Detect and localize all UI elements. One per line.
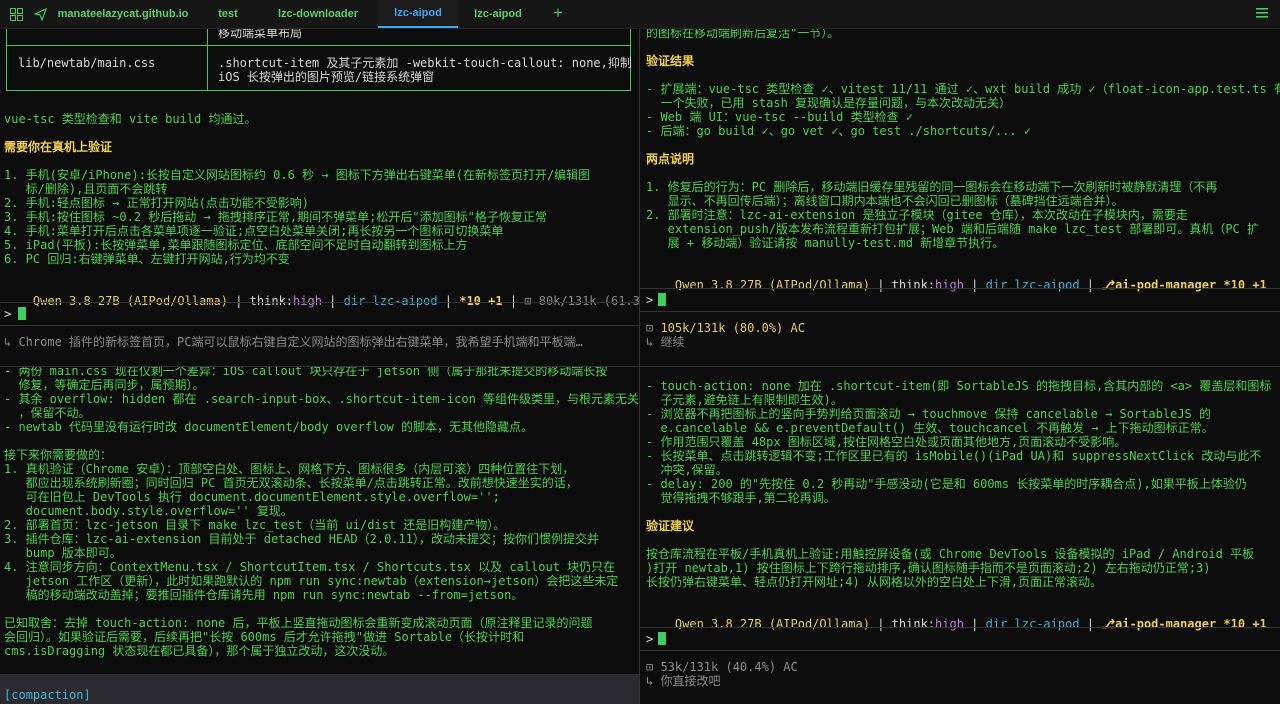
- queued-message: ↳ 继续: [646, 335, 685, 349]
- tab-bar: manateelazycat.github.io test lzc-downlo…: [0, 0, 1280, 29]
- section-heading: 两点说明: [646, 152, 695, 166]
- list-item: ，保留不动。: [4, 406, 91, 420]
- prompt-input[interactable]: >: [640, 627, 1280, 651]
- context-usage-line: ⊡ 105k/131k (80.0%) AC: [646, 321, 805, 335]
- list-item: - newtab 代码里没有运行时改 documentElement/body …: [4, 420, 533, 434]
- text-line: 的图标在移动端刷新后复活"一节）。: [646, 29, 840, 40]
- hamburger-icon[interactable]: [1256, 7, 1268, 22]
- queued-message: ↳ 你直接改吧: [646, 674, 721, 688]
- table-cell: lib/newtab/main.css: [18, 56, 156, 70]
- prompt-symbol: >: [646, 293, 654, 307]
- context-usage: 53k/131k (40.4%) AC: [660, 660, 798, 674]
- plus-icon[interactable]: +: [546, 0, 570, 28]
- list-item: 子元素,避免链上有限制即生效)。: [646, 393, 843, 407]
- list-item: - 其余 overflow: hidden 都在 .search-input-b…: [4, 392, 639, 406]
- send-icon[interactable]: [32, 6, 48, 22]
- text-line: )打开 newtab,1) 按住图标上下跨行拖动排序,确认图标随手指而不是页面滚…: [646, 561, 1211, 575]
- context-usage: 105k/131k (80.0%) AC: [660, 321, 805, 335]
- list-item: 稿的移动端改动盖掉；要推回插件仓库请先用 npm run sync:newtab…: [4, 588, 524, 602]
- list-item: 3. 插件仓库：lzc-ai-extension 目前处于 detached H…: [4, 532, 599, 546]
- list-item: cms.isDragging 状态现在都已具备），那个属于独立改动，这次没动。: [4, 644, 395, 658]
- section-heading: 需要你在真机上验证: [4, 140, 113, 154]
- list-item: 1. 修复后的行为：PC 删除后，移动端旧缓存里残留的同一图标会在移动端下一次刷…: [646, 180, 1218, 194]
- tab-lzc-aipod[interactable]: lzc-aipod: [458, 0, 538, 28]
- build-status-text: vue-tsc 类型检查和 vite build 均通过。: [4, 112, 257, 126]
- grid-icon[interactable]: [8, 6, 24, 22]
- list-item: 1. 真机验证（Chrome 安卓）：顶部空白处、图标上、网格下方、图标很多（内…: [4, 462, 575, 476]
- list-item: 显示、不再回传后端）；离线窗口期内本端也不会闪回已删图标（墓碑挡住远端合并）。: [646, 194, 1124, 208]
- list-item: bump 版本即可。: [4, 546, 122, 560]
- text-cursor: [18, 307, 26, 320]
- context-usage-line: ⊡ 53k/131k (40.4%) AC: [646, 660, 798, 674]
- list-item: 一个失败，已用 stash 复现确认是存量问题，与本次改动无关）: [646, 96, 1012, 110]
- text-cursor: [658, 293, 666, 306]
- list-item: - 浏览器不再把图标上的竖向手势判给页面滚动 → touchmove 保持 ca…: [646, 407, 1211, 421]
- tab-test[interactable]: test: [198, 0, 258, 28]
- queued-message: ↳ Chrome 插件的新标签首页，PC端可以鼠标右键自定义网站的图标弹出右键菜…: [4, 335, 583, 349]
- prompt-input[interactable]: >: [640, 288, 1280, 312]
- list-item: e.cancelable && e.preventDefault() 生效、to…: [646, 421, 1214, 435]
- list-item: 6. PC 回归:右键弹菜单、左键打开网站,行为均不变: [4, 252, 290, 266]
- list-item: - 长按菜单、点击跳转逻辑不变;工作区里已有的 isMobile()(iPad …: [646, 449, 1262, 463]
- pane-right-top[interactable]: 的图标在移动端刷新后复活"一节）。 验证结果 - 扩展端：vue-tsc 类型检…: [640, 29, 1280, 366]
- list-item: extension_push/版本发布流程重新打包扩展；Web 端和后端随 ma…: [646, 222, 1259, 236]
- section-heading: 验证结果: [646, 54, 695, 68]
- list-item: document.body.style.overflow='' 复现。: [4, 504, 293, 518]
- tab-manateelazycat[interactable]: manateelazycat.github.io: [48, 0, 198, 28]
- list-item: 会回归）。如果验证后需要，后续再把"长按 600ms 后才允许拖拽"做进 Sor…: [4, 630, 525, 644]
- list-item: 5. iPad(平板):长按弹菜单,菜单跟随图标定位、底部空间不足时自动翻转到图…: [4, 238, 468, 252]
- list-item: 已知取舍：去掉 touch-action: none 后，平板上竖直拖动图标会重…: [4, 616, 593, 630]
- list-item: 觉得拖拽不够跟手,第二轮再调。: [646, 491, 836, 505]
- list-item: 2. 部署首页：lzc-jetson 目录下 make lzc_test（当前 …: [4, 518, 506, 532]
- list-item: 2. 部署时注意：lzc-ai-extension 是独立子模块（gitee 仓…: [646, 208, 1188, 222]
- compaction-bar: [compaction]: [0, 674, 639, 704]
- list-item: jetson 工作区（更新），此时如果跑默认的 npm run sync:new…: [4, 574, 619, 588]
- list-item: - Web 端 UI：vue-tsc --build 类型检查 ✓: [646, 110, 914, 124]
- list-item: 1. 手机(安卓/iPhone):长按自定义网站图标约 0.6 秒 → 图标下方…: [4, 168, 591, 182]
- prompt-symbol: >: [646, 632, 654, 646]
- list-item: 接下来你需要做的：: [4, 448, 113, 462]
- pane-right-bottom[interactable]: - touch-action: none 加在 .shortcut-item(即…: [640, 367, 1280, 704]
- list-item: - 作用范围只覆盖 48px 图标区域,按住网格空白处或页面其他地方,页面滚动不…: [646, 435, 1127, 449]
- text-line: 长按仍弹右键菜单、轻点仍打开网址;4) 从网格以外的空白处上下滑,页面正常滚动。: [646, 575, 1103, 589]
- list-item: 4. 手机:菜单打开后点击各菜单项逐一验证;点空白处菜单关闭;再长按另一个图标可…: [4, 224, 504, 238]
- list-item: - 后端：go build ✓、go vet ✓、go test ./short…: [646, 124, 1032, 138]
- table-cell: 移动端菜单布局: [218, 29, 303, 40]
- list-item: - delay: 200 的"先按住 0.2 秒再动"手感没动(它是和 600m…: [646, 477, 1247, 491]
- list-item: 4. 注意同步方向：ContextMenu.tsx / ShortcutItem…: [4, 560, 616, 574]
- pane-left-top[interactable]: 移动端菜单布局 lib/newtab/main.css .shortcut-it…: [0, 29, 639, 366]
- prompt-input[interactable]: >: [0, 302, 639, 326]
- text-line: 按仓库流程在平板/手机真机上验证:用触控屏设备(或 Chrome DevTool…: [646, 547, 1255, 561]
- table-cell: .shortcut-item 及其子元素加 -webkit-touch-call…: [218, 56, 632, 70]
- list-item: - 两份 main.css 现在仅剩一个差异：iOS callout 块只存在于…: [4, 367, 608, 378]
- text-cursor: [658, 632, 666, 645]
- list-item: - 扩展端：vue-tsc 类型检查 ✓、vitest 11/11 通过 ✓、w…: [646, 82, 1280, 96]
- list-item: 2. 手机:轻点图标 → 正常打开网站(点击功能不受影响): [4, 196, 310, 210]
- table-cell: iOS 长按弹出的图片预览/链接系统弹窗: [218, 70, 435, 84]
- list-item: 展 + 移动端）验证请按 manully-test.md 新增章节执行。: [646, 236, 1005, 250]
- list-item: - touch-action: none 加在 .shortcut-item(即…: [646, 379, 1272, 393]
- prompt-symbol: >: [4, 307, 12, 321]
- list-item: 修复，等确定后再同步，属预期）。: [4, 378, 205, 392]
- list-item: 可在旧包上 DevTools 执行 document.documentEleme…: [4, 490, 500, 504]
- list-item: 3. 手机:按住图标 ~0.2 秒后拖动 → 拖拽排序正常,期间不弹菜单;松开后…: [4, 210, 547, 224]
- list-item: 标/删除),且页面不会跳转: [4, 182, 168, 196]
- section-heading: 验证建议: [646, 519, 695, 533]
- list-item: 都应出现系统刷新圈；同时回归 PC 首页无双滚动条、长按菜单/点击跳转正常。改前…: [4, 476, 578, 490]
- compaction-label: [compaction]: [4, 688, 91, 702]
- tab-lzc-aipod-active[interactable]: lzc-aipod: [378, 0, 458, 28]
- pane-left-bottom[interactable]: - 两份 main.css 现在仅剩一个差异：iOS callout 块只存在于…: [0, 367, 639, 674]
- list-item: 冲突,保留。: [646, 463, 728, 477]
- tab-lzc-downloader[interactable]: lzc-downloader: [258, 0, 378, 28]
